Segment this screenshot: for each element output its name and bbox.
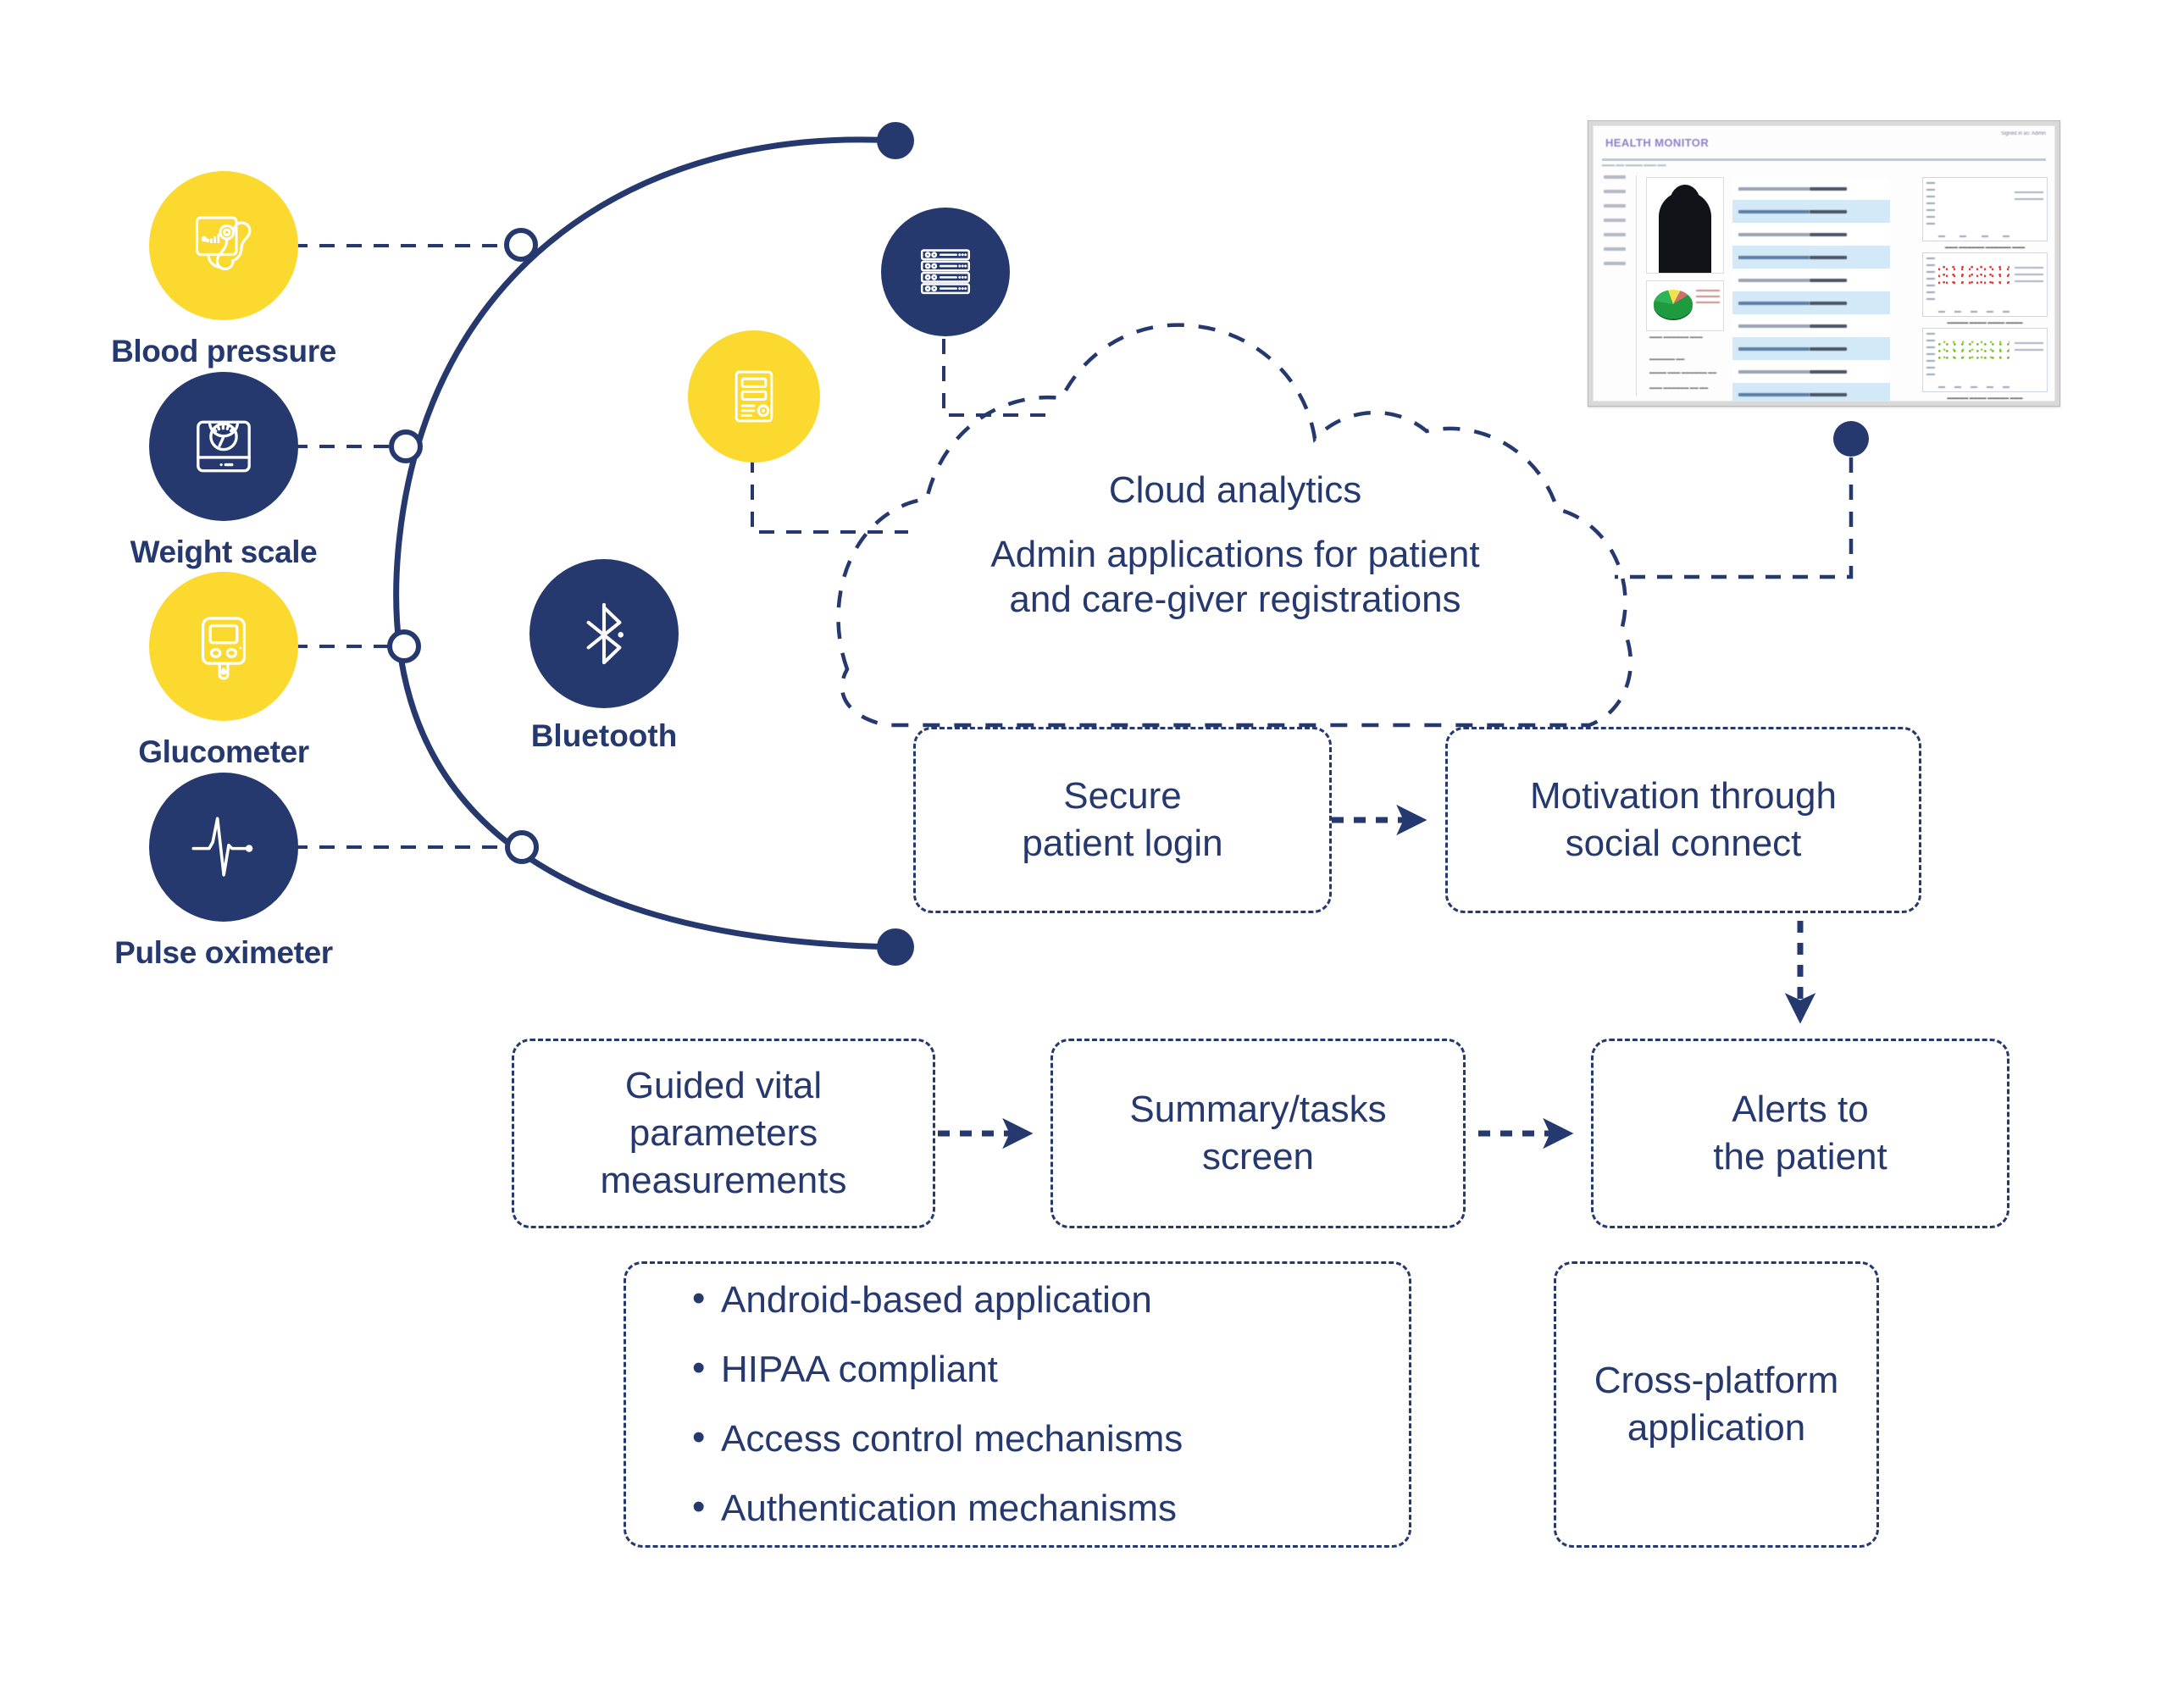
dashboard-connector-dot bbox=[1833, 421, 1869, 457]
arc-endpoint-top bbox=[877, 122, 914, 159]
dashboard-sidebar[interactable] bbox=[1600, 175, 1637, 396]
arc-node-weight-scale bbox=[389, 429, 423, 463]
guided-line3: measurements bbox=[600, 1160, 847, 1202]
connector-dashboard-to-cloud bbox=[1615, 457, 1854, 579]
patient-silhouette-head bbox=[1670, 185, 1700, 220]
dashboard-note: ▬▬▬▬ ▬▬▬ ▬▬▬▬▬▬ ▬▬ bbox=[1649, 370, 1717, 375]
sidebar-item[interactable] bbox=[1604, 262, 1626, 265]
guided-line1: Guided vital bbox=[624, 1064, 823, 1106]
sidebar-item[interactable] bbox=[1604, 247, 1626, 251]
box-app-requirements[interactable]: Android-based application HIPAA complian… bbox=[624, 1261, 1411, 1548]
motivation-line1: Motivation through bbox=[1530, 774, 1837, 817]
cloud-subtitle-line1: Admin applications for patient bbox=[990, 533, 1480, 575]
arc-node-pulse-oximeter bbox=[505, 830, 539, 864]
alerts-line1: Alerts to bbox=[1732, 1088, 1869, 1130]
table-row bbox=[1732, 246, 1890, 269]
table-row bbox=[1732, 200, 1890, 223]
device-label: Blood pressure bbox=[111, 334, 336, 368]
patient-pie-chart bbox=[1646, 280, 1724, 331]
box-summary-tasks-screen[interactable]: Summary/tasks screen bbox=[1050, 1039, 1466, 1228]
sidebar-item[interactable] bbox=[1604, 190, 1626, 193]
requirement-item: Access control mechanisms bbox=[692, 1419, 1183, 1458]
bar-chart-caption: ▬▬▬ ▬▬▬▬▬▬ ▬▬▬▬▬▬ ▬▬▬ bbox=[1944, 245, 2026, 250]
glucometer-icon bbox=[149, 572, 298, 721]
pie-chart-shape bbox=[1654, 290, 1693, 319]
cloud-label: Cloud analytics Admin applications for p… bbox=[879, 468, 1591, 623]
blood-pressure-trend-widget bbox=[1922, 328, 2048, 392]
secure-login-line2: patient login bbox=[1022, 823, 1223, 864]
diagram-canvas: Blood pressure Weight scale Glucometer P… bbox=[0, 0, 2184, 1690]
requirement-item: Authentication mechanisms bbox=[692, 1488, 1183, 1527]
device-label: Weight scale bbox=[130, 535, 318, 569]
dashboard-charts-column: ▬▬▬ ▬▬▬▬▬▬ ▬▬▬▬▬▬ ▬▬▬ ▬▬▬▬▬ ▬▬▬▬ ▬▬▬▬ ▬▬… bbox=[1922, 177, 2048, 401]
blood-sugar-trend-widget bbox=[1922, 252, 2048, 317]
table-row bbox=[1732, 337, 1890, 360]
health-monitor-dashboard-screenshot[interactable]: HEALTH MONITOR Signed in as: Admin ▬▬▬ ▬… bbox=[1588, 120, 2060, 407]
cloud-title: Cloud analytics bbox=[1108, 469, 1362, 511]
box-alerts-to-the-patient[interactable]: Alerts to the patient bbox=[1591, 1039, 2009, 1228]
secure-login-line1: Secure bbox=[1063, 774, 1182, 817]
table-row bbox=[1732, 383, 1890, 401]
pulse-oximeter-icon bbox=[149, 773, 298, 922]
requirements-list: Android-based application HIPAA complian… bbox=[626, 1280, 1183, 1527]
patient-details-table bbox=[1732, 177, 1890, 401]
table-row bbox=[1732, 177, 1890, 200]
arc-node-blood-pressure bbox=[504, 228, 538, 262]
sidebar-item[interactable] bbox=[1604, 219, 1626, 222]
cloud-subtitle-line2: and care-giver registrations bbox=[1009, 579, 1461, 621]
gateway-device-icon bbox=[688, 330, 820, 463]
blood-pressure-monitor-icon bbox=[149, 171, 298, 320]
server-rack-icon bbox=[881, 208, 1010, 336]
device-weight-scale[interactable]: Weight scale bbox=[97, 372, 351, 570]
requirement-item: Android-based application bbox=[692, 1280, 1183, 1319]
device-bus-arc bbox=[393, 136, 895, 950]
sidebar-item[interactable] bbox=[1604, 175, 1626, 179]
dashboard-note: ▬▬▬ ▬▬▬▬▬▬ ▬▬ ▬▬ bbox=[1649, 385, 1709, 391]
box-cross-platform-application[interactable]: Cross-platform application bbox=[1554, 1261, 1879, 1548]
dashboard-user-label: Signed in as: Admin bbox=[2000, 131, 2046, 136]
dashboard-title: HEALTH MONITOR bbox=[1605, 136, 1710, 149]
table-row bbox=[1732, 223, 1890, 246]
device-label: Glucometer bbox=[138, 734, 309, 769]
table-row bbox=[1732, 360, 1890, 383]
device-label: Pulse oximeter bbox=[114, 935, 333, 970]
pie-chart-caption: ▬▬▬ ▬▬▬▬▬▬ ▬▬▬ bbox=[1649, 335, 1703, 340]
dashboard-divider bbox=[1602, 158, 2046, 161]
box-guided-vital-parameters[interactable]: Guided vital parameters measurements bbox=[512, 1039, 935, 1228]
patient-photo bbox=[1646, 177, 1724, 274]
arc-node-glucometer bbox=[387, 629, 421, 663]
box-secure-patient-login[interactable]: Secure patient login bbox=[913, 727, 1332, 913]
summary-line1: Summary/tasks bbox=[1129, 1088, 1387, 1130]
summary-line2: screen bbox=[1201, 1136, 1315, 1177]
pie-chart-legend bbox=[1696, 290, 1720, 308]
device-glucometer[interactable]: Glucometer bbox=[97, 572, 351, 770]
dashboard-note: ▬▬▬▬▬▬ ▬▬ bbox=[1649, 357, 1685, 362]
table-row bbox=[1732, 269, 1890, 291]
device-pulse-oximeter[interactable]: Pulse oximeter bbox=[97, 773, 351, 971]
blood-pressure-trend-caption: ▬▬▬▬▬ ▬▬▬▬ ▬▬▬▬▬ ▬▬▬ bbox=[1947, 396, 2023, 401]
weight-scale-icon bbox=[149, 372, 298, 521]
bluetooth-label: Bluetooth bbox=[530, 718, 678, 753]
device-blood-pressure[interactable]: Blood pressure bbox=[97, 171, 351, 369]
table-row bbox=[1732, 291, 1890, 314]
alerts-line2: the patient bbox=[1713, 1136, 1887, 1177]
arc-endpoint-bottom bbox=[877, 928, 914, 966]
box-motivation-social-connect[interactable]: Motivation through social connect bbox=[1445, 727, 1921, 913]
bar-chart-widget bbox=[1922, 177, 2048, 241]
cross-platform-line1: Cross-platform bbox=[1594, 1359, 1839, 1401]
dashboard-menu-strip: ▬▬▬ ▬▬ ▬▬▬▬ ▬▬▬ ▬▬ bbox=[1602, 163, 1666, 168]
guided-line2: parameters bbox=[629, 1111, 818, 1154]
sidebar-item[interactable] bbox=[1604, 204, 1626, 208]
cross-platform-line2: application bbox=[1627, 1407, 1806, 1449]
bluetooth-icon bbox=[529, 559, 679, 708]
sidebar-item[interactable] bbox=[1604, 233, 1626, 236]
table-row bbox=[1732, 314, 1890, 337]
blood-sugar-trend-caption: ▬▬▬▬▬ ▬▬▬▬ ▬▬▬▬ ▬▬▬▬ bbox=[1947, 320, 2023, 325]
motivation-line2: social connect bbox=[1565, 823, 1802, 864]
requirement-item: HIPAA compliant bbox=[692, 1349, 1183, 1388]
